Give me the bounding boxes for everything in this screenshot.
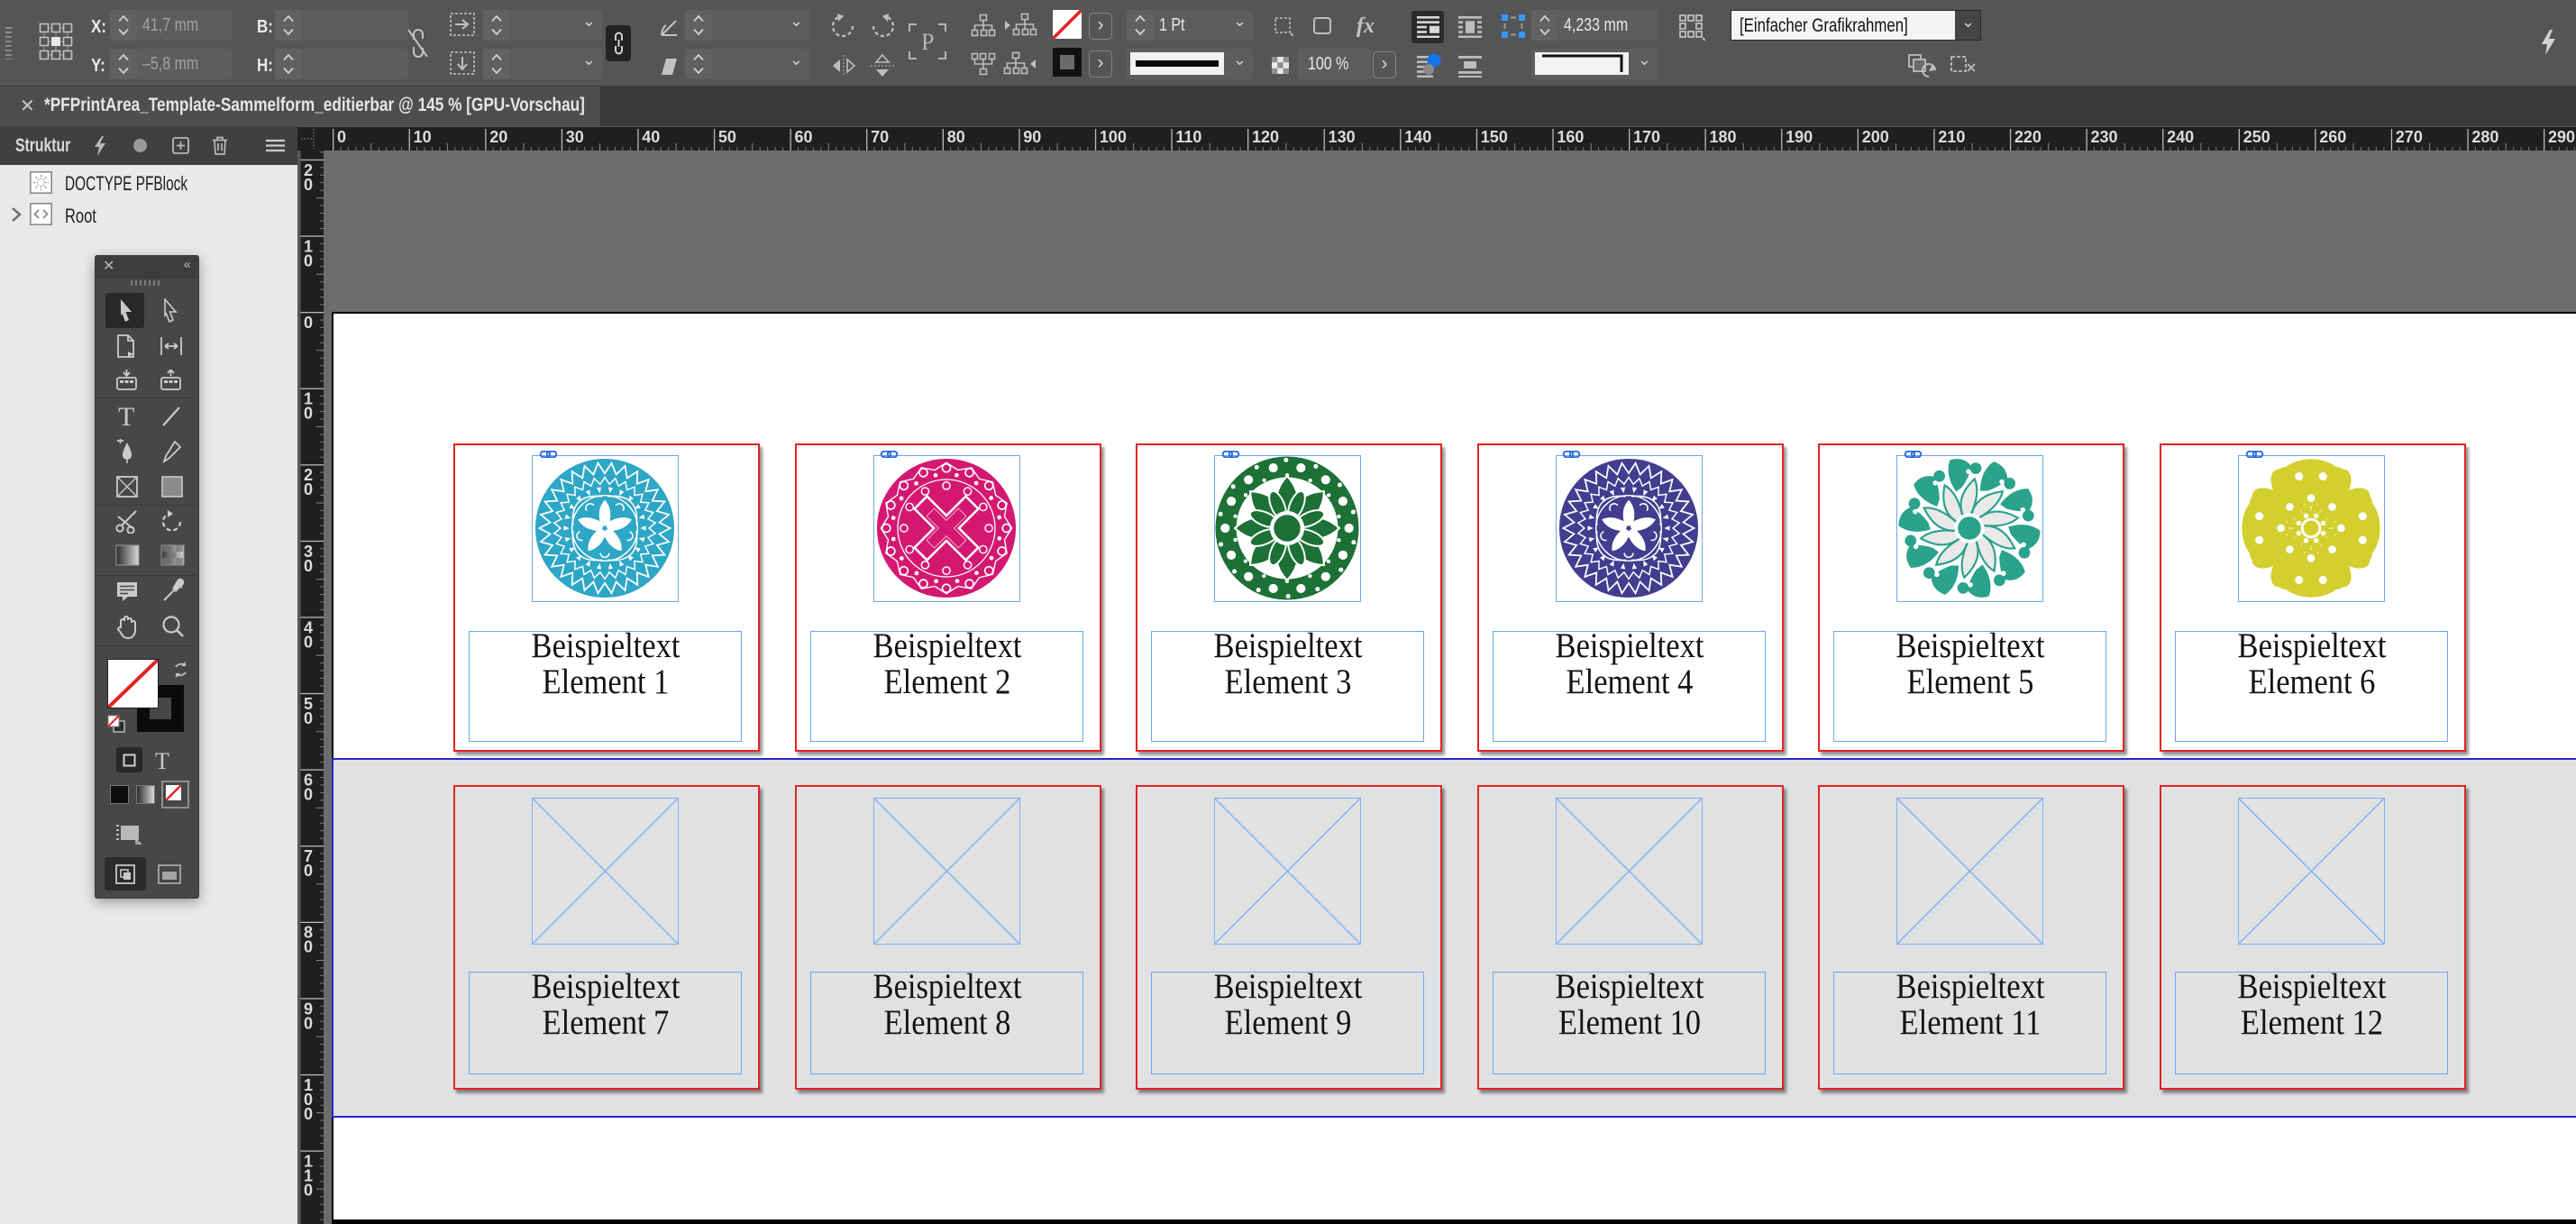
svg-text:60: 60 (795, 128, 813, 146)
svg-text:0: 0 (304, 557, 313, 575)
svg-text:30: 30 (566, 128, 584, 146)
svg-text:0: 0 (304, 176, 313, 194)
svg-text:50: 50 (718, 128, 736, 146)
svg-text:270: 270 (2396, 128, 2423, 146)
svg-text:240: 240 (2167, 128, 2194, 146)
svg-text:0: 0 (304, 251, 313, 269)
svg-text:20: 20 (489, 128, 507, 146)
svg-text:0: 0 (304, 709, 313, 727)
svg-text:120: 120 (1252, 128, 1279, 146)
svg-text:0: 0 (304, 633, 313, 651)
svg-text:10: 10 (414, 128, 432, 146)
svg-text:0: 0 (304, 1014, 313, 1032)
svg-text:0: 0 (304, 938, 313, 956)
svg-text:80: 80 (947, 128, 965, 146)
svg-text:200: 200 (1862, 128, 1889, 146)
svg-text:T: T (118, 405, 134, 429)
svg-text:190: 190 (1786, 128, 1813, 146)
svg-text:180: 180 (1710, 128, 1737, 146)
svg-text:0: 0 (304, 480, 313, 498)
svg-text:160: 160 (1557, 128, 1584, 146)
svg-text:0: 0 (304, 314, 313, 332)
svg-text:210: 210 (1938, 128, 1965, 146)
svg-text:260: 260 (2319, 128, 2346, 146)
svg-text:0: 0 (304, 862, 313, 880)
svg-text:230: 230 (2091, 128, 2118, 146)
svg-text:170: 170 (1633, 128, 1660, 146)
svg-text:140: 140 (1404, 128, 1431, 146)
svg-text:0: 0 (304, 786, 313, 804)
svg-text:40: 40 (642, 128, 660, 146)
svg-text:90: 90 (1023, 128, 1041, 146)
svg-text:150: 150 (1481, 128, 1508, 146)
svg-text:220: 220 (2014, 128, 2042, 146)
svg-text:70: 70 (871, 128, 889, 146)
svg-text:130: 130 (1329, 128, 1356, 146)
svg-text:P: P (921, 29, 934, 55)
svg-text:100: 100 (1100, 128, 1127, 146)
svg-text:110: 110 (1175, 128, 1201, 146)
svg-text:0: 0 (337, 128, 346, 146)
svg-text:280: 280 (2471, 128, 2498, 146)
svg-text:0: 0 (304, 405, 313, 423)
svg-text:290: 290 (2548, 128, 2575, 146)
svg-text:0: 0 (304, 1105, 313, 1123)
svg-text:0: 0 (304, 1181, 313, 1199)
svg-text:250: 250 (2243, 128, 2270, 146)
